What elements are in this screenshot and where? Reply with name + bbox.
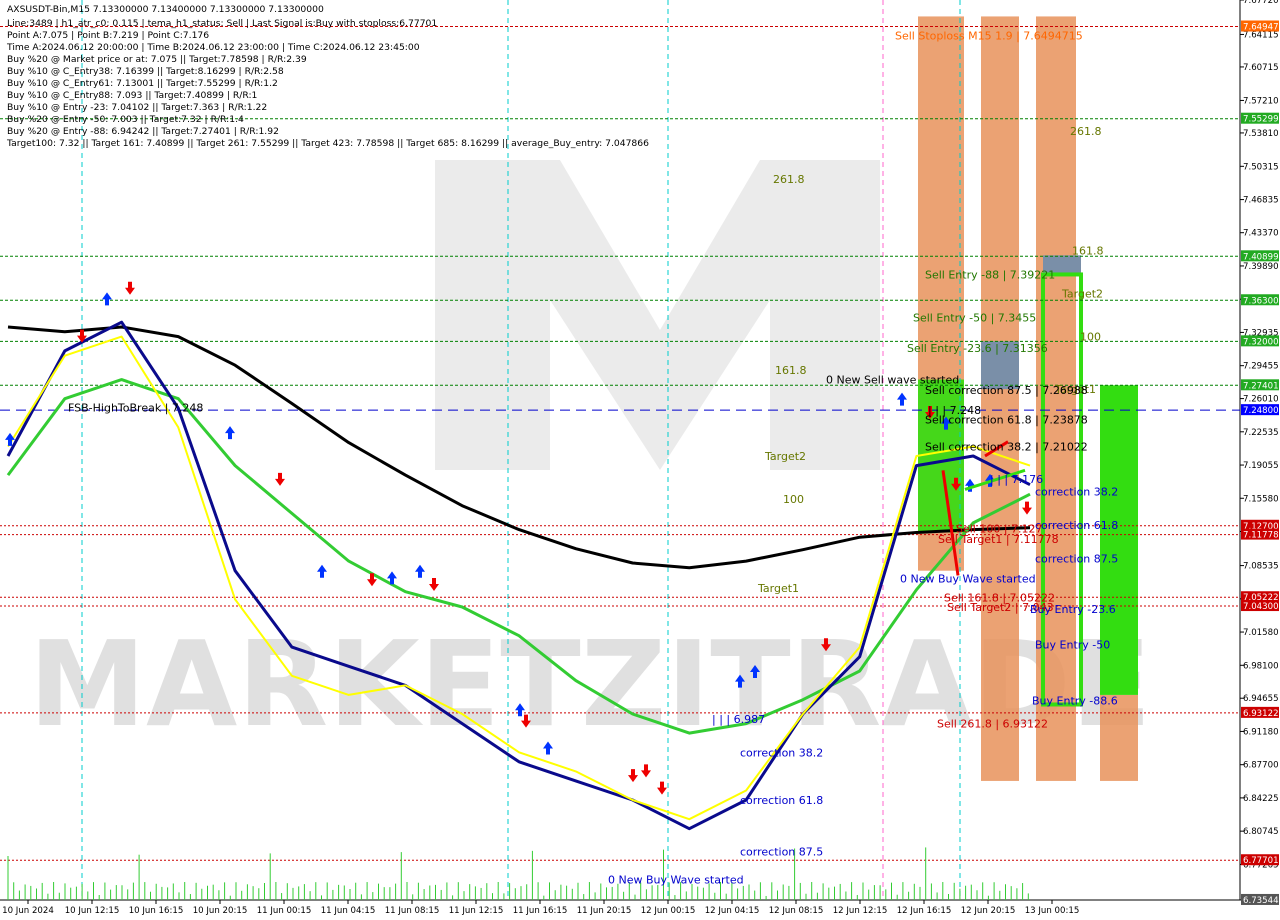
time-tick-label: 12 Jun 04:15 <box>705 906 760 916</box>
price-tick-label: 6.91180 <box>1243 727 1279 737</box>
price-tick-label: 7.53810 <box>1243 129 1279 139</box>
time-tick-label: 11 Jun 00:15 <box>257 906 312 916</box>
chart-annotation: 161.8 <box>775 364 807 377</box>
chart-annotation: 261.8 <box>1070 125 1102 138</box>
price-tick-label: 6.80745 <box>1243 827 1279 837</box>
chart-annotation: Sell Entry -88 | 7.39221 <box>925 268 1055 281</box>
chart-annotation: Sell Stoploss M15 1.9 | 7.6494715 <box>895 30 1083 43</box>
info-line-buy-entry-50: Buy %20 @ Entry -50: 7.003 || Target:7.3… <box>7 114 244 125</box>
price-tick-label: 6.87700 <box>1243 761 1279 771</box>
chart-annotation: 0 New Buy Wave started <box>900 572 1036 585</box>
chart-annotation: 0 New Buy Wave started <box>608 873 744 886</box>
price-tick-label: 7.29455 <box>1243 362 1279 372</box>
chart-annotation: Sell Target1 | 7.11778 <box>938 533 1059 546</box>
time-tick-label: 11 Jun 20:15 <box>577 906 632 916</box>
price-tick-label: 7.19055 <box>1243 461 1279 471</box>
chart-annotation: correction 61.8 <box>1035 519 1118 532</box>
info-line-buy-entry88: Buy %10 @ C_Entry88: 7.093 || Target:7.4… <box>7 90 258 101</box>
chart-annotation: Sell correction 61.8 | 7.23878 <box>925 414 1088 427</box>
time-tick-label: 12 Jun 08:15 <box>769 906 824 916</box>
chart-annotation: 261.8 <box>773 173 805 186</box>
price-tick-label: 6.94655 <box>1243 694 1279 704</box>
price-label-text: 7.40899 <box>1243 252 1279 262</box>
chart-annotation: 100 <box>1080 331 1101 344</box>
price-tick-label: 7.15580 <box>1243 494 1279 504</box>
price-tick-label: 7.60715 <box>1243 63 1279 73</box>
buy-zone-column <box>918 379 964 533</box>
price-label-text: 7.64947 <box>1243 22 1279 32</box>
price-tick-label: 7.43370 <box>1243 229 1279 239</box>
info-line-times: Time A:2024.06.12 20:00:00 | Time B:2024… <box>7 42 420 53</box>
chart-annotation: Buy Entry -23.6 <box>1030 603 1116 616</box>
price-label-text: 7.04300 <box>1243 602 1279 612</box>
chart-annotation: 161.8 <box>1072 245 1104 258</box>
price-label-text: 6.73544 <box>1243 896 1279 906</box>
price-tick-label: 7.39890 <box>1243 262 1279 272</box>
info-line-buy-entry38: Buy %10 @ C_Entry38: 7.16399 || Target:8… <box>7 66 284 77</box>
info-line-points: Point A:7.075 | Point B:7.219 | Point C:… <box>7 30 210 41</box>
price-tick-label: 7.57210 <box>1243 96 1279 106</box>
info-line-buy-market: Buy %20 @ Market price or at: 7.075 || T… <box>7 54 307 65</box>
info-line-buy-entry61: Buy %10 @ C_Entry61: 7.13001 || Target:7… <box>7 78 278 89</box>
chart-annotation: correction 38.2 <box>1035 485 1118 498</box>
price-label-text: 7.24800 <box>1243 406 1279 416</box>
time-tick-label: 11 Jun 12:15 <box>449 906 504 916</box>
price-tick-label: 7.01580 <box>1243 628 1279 638</box>
chart-window: MARKETZITRADE Sell Stoploss M15 1.9 | 7.6… <box>0 0 1280 920</box>
time-tick-label: 11 Jun 16:15 <box>513 906 568 916</box>
time-tick-label: 10 Jun 2024 <box>2 906 54 916</box>
time-tick-label: 12 Jun 16:15 <box>897 906 952 916</box>
chart-annotation: | | | 6.987 <box>712 713 765 726</box>
chart-annotation: FSB-HighToBreak | 7.248 <box>68 401 203 414</box>
price-tick-label: 7.22535 <box>1243 428 1279 438</box>
chart-annotation: Sell correction 87.5 | 7.26988 <box>925 384 1088 397</box>
chart-annotation: Target1 <box>757 582 799 595</box>
price-label-text: 7.32000 <box>1243 337 1279 347</box>
info-line-status: Line:3489 | h1_atr_c0: 0.115 | tema_h1_s… <box>7 18 438 29</box>
chart-annotation: Buy Entry -50 <box>1035 638 1110 651</box>
chart-annotation: correction 87.5 <box>740 846 823 859</box>
price-tick-label: 7.67720 <box>1243 0 1279 6</box>
chart-annotation: 100 <box>783 493 804 506</box>
chart-annotation: Sell 261.8 | 6.93122 <box>937 718 1048 731</box>
chart-annotation: correction 87.5 <box>1035 552 1118 565</box>
chart-annotation: correction 38.2 <box>740 746 823 759</box>
price-label-text: 6.93122 <box>1243 709 1279 719</box>
time-tick-label: 11 Jun 08:15 <box>385 906 440 916</box>
price-tick-label: 7.08535 <box>1243 562 1279 572</box>
price-label-text: 7.11778 <box>1243 531 1279 541</box>
chart-annotation: Buy Entry -88.6 <box>1032 695 1118 708</box>
chart-annotation: Target2 <box>764 450 806 463</box>
chart-annotation: correction 61.8 <box>740 794 823 807</box>
price-label-text: 6.77701 <box>1243 856 1279 866</box>
chart-annotation: Target2 <box>1061 288 1103 301</box>
price-tick-label: 6.98100 <box>1243 661 1279 671</box>
chart-annotation: Sell Entry -23.6 | 7.31356 <box>907 342 1048 355</box>
chart-annotation: Sell Entry -50 | 7.3455 <box>913 311 1036 324</box>
price-tick-label: 7.50315 <box>1243 162 1279 172</box>
info-line-targets: Target100: 7.32 || Target 161: 7.40899 |… <box>7 138 649 149</box>
chart-annotation: Sell correction 38.2 | 7.21022 <box>925 440 1088 453</box>
time-tick-label: 10 Jun 12:15 <box>65 906 120 916</box>
info-line-symbol: AXSUSDT-Bin,M15 7.13300000 7.13400000 7.… <box>7 4 324 15</box>
price-label-text: 7.27401 <box>1243 381 1279 391</box>
chart-annotation: | | | 7.176 <box>990 473 1043 486</box>
price-tick-label: 7.26010 <box>1243 395 1279 405</box>
time-tick-label: 12 Jun 20:15 <box>961 906 1016 916</box>
time-tick-label: 12 Jun 00:15 <box>641 906 696 916</box>
price-tick-label: 6.84225 <box>1243 794 1279 804</box>
time-tick-label: 13 Jun 00:15 <box>1025 906 1080 916</box>
info-line-buy-entry-23: Buy %10 @ Entry -23: 7.04102 || Target:7… <box>7 102 268 113</box>
sell-zone-column <box>981 16 1019 781</box>
price-tick-label: 7.46835 <box>1243 196 1279 206</box>
time-tick-label: 10 Jun 16:15 <box>129 906 184 916</box>
price-label-text: 7.55299 <box>1243 115 1279 125</box>
sell-zone-column <box>1100 694 1138 781</box>
price-label-text: 7.36300 <box>1243 296 1279 306</box>
time-tick-label: 11 Jun 04:15 <box>321 906 376 916</box>
info-line-buy-entry-88: Buy %20 @ Entry -88: 6.94242 || Target:7… <box>7 126 279 137</box>
time-tick-label: 10 Jun 20:15 <box>193 906 248 916</box>
time-tick-label: 12 Jun 12:15 <box>833 906 888 916</box>
